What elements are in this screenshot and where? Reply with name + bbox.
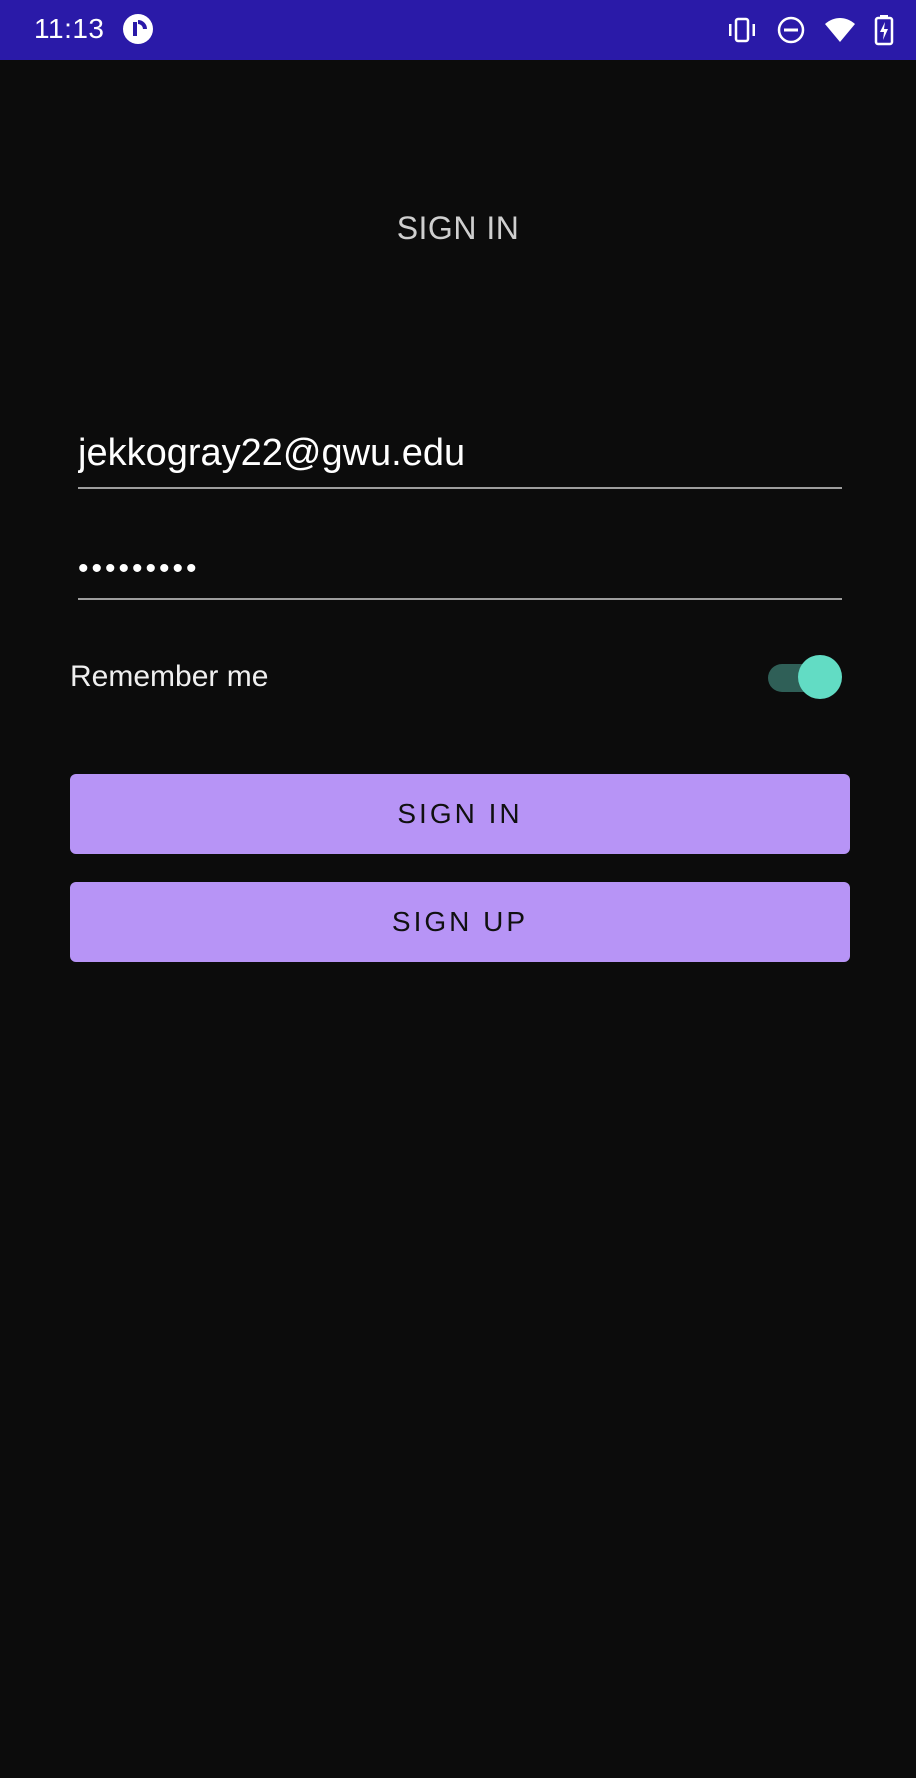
password-field[interactable] xyxy=(78,552,842,598)
pocket-casts-icon xyxy=(122,13,154,45)
vibrate-icon xyxy=(726,16,758,44)
sign-up-button[interactable]: SIGN UP xyxy=(70,882,850,962)
page-title: SIGN IN xyxy=(396,210,520,246)
email-field[interactable] xyxy=(78,432,842,487)
remember-me-toggle[interactable] xyxy=(766,654,842,700)
status-bar: 11:13 xyxy=(0,0,916,60)
do-not-disturb-icon xyxy=(776,15,806,45)
status-icons xyxy=(726,14,894,46)
status-time: 11:13 xyxy=(34,13,105,44)
wifi-icon xyxy=(824,16,856,44)
email-field-container xyxy=(78,432,842,489)
battery-charging-icon xyxy=(874,14,894,46)
password-field-container xyxy=(78,552,842,600)
toggle-thumb xyxy=(798,655,842,699)
remember-me-label: Remember me xyxy=(70,660,269,693)
sign-in-button[interactable]: SIGN IN xyxy=(70,774,850,854)
